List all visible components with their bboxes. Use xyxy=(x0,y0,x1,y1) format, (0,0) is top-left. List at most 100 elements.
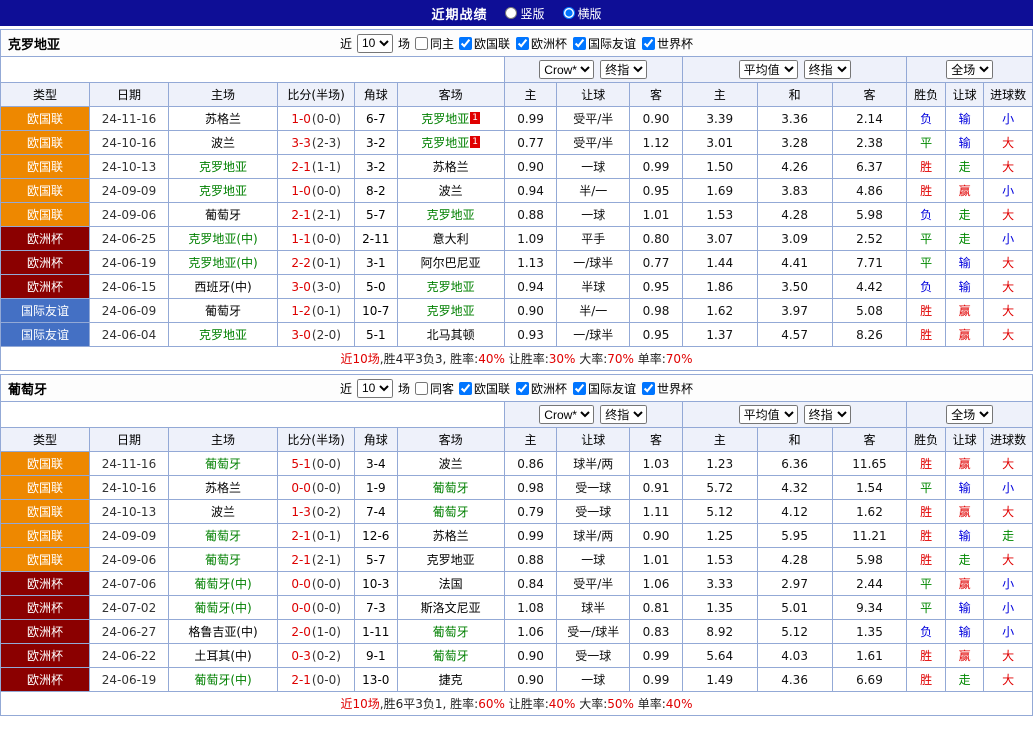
euro-home-odds: 1.86 xyxy=(681,274,758,299)
league-filter-checkbox[interactable]: 欧国联 xyxy=(458,380,510,397)
asian-away-odds: 0.99 xyxy=(629,667,683,692)
asian-away-odds: 0.91 xyxy=(629,475,683,500)
full-match-select[interactable]: 全场 xyxy=(946,60,994,79)
league-badge: 欧国联 xyxy=(0,178,91,203)
league-filter-input[interactable] xyxy=(458,36,472,50)
league-filter-checkbox[interactable]: 欧国联 xyxy=(458,35,510,52)
topbar: 近期战绩 竖版 横版 xyxy=(0,0,1033,26)
near-label: 近 xyxy=(339,36,352,51)
score-cell: 5-1(0-0) xyxy=(277,451,356,476)
match-date: 24-11-16 xyxy=(89,106,169,131)
score-cell: 1-2(0-1) xyxy=(277,298,356,323)
final-odds-select[interactable]: 终指 xyxy=(803,405,851,424)
corner-score: 3-4 xyxy=(354,451,398,476)
match-count-select[interactable]: 10 xyxy=(356,378,393,398)
home-team: 格鲁吉亚(中) xyxy=(167,619,279,644)
euro-away-odds: 11.65 xyxy=(831,451,908,476)
league-filter-input[interactable] xyxy=(573,381,587,395)
league-filter-checkbox[interactable]: 世界杯 xyxy=(642,35,693,52)
league-badge: 欧洲杯 xyxy=(0,595,91,620)
score-cell: 3-3(2-3) xyxy=(277,130,356,155)
layout-option-horizontal[interactable]: 横版 xyxy=(562,5,602,22)
league-filter-checkbox[interactable]: 欧洲杯 xyxy=(516,35,567,52)
euro-home-odds: 3.39 xyxy=(681,106,758,131)
final-odds-select[interactable]: 终指 xyxy=(600,405,648,424)
score-cell: 0-3(0-2) xyxy=(277,643,356,668)
match-date: 24-07-06 xyxy=(89,571,169,596)
match-row: 欧国联 24-09-09 葡萄牙 2-1(0-1) 12-6 苏格兰 0.99 球半/两 0.9… xyxy=(0,523,1033,548)
column-header: 类型 xyxy=(0,82,91,107)
score-cell: 3-0(3-0) xyxy=(277,274,356,299)
asian-home-odds: 0.94 xyxy=(503,274,558,299)
away-team: 葡萄牙 xyxy=(396,619,505,644)
red-card-badge: 1 xyxy=(470,136,481,148)
league-filter-checkbox[interactable]: 欧洲杯 xyxy=(516,380,567,397)
column-header: 比分(半场) xyxy=(277,427,356,452)
corner-score: 10-3 xyxy=(354,571,398,596)
euro-away-odds: 2.52 xyxy=(831,226,908,251)
same-venue-input[interactable] xyxy=(414,36,428,50)
away-team: 波兰 xyxy=(396,451,505,476)
euro-draw-odds: 3.28 xyxy=(756,130,833,155)
match-row: 国际友谊 24-06-09 葡萄牙 1-2(0-1) 10-7 克罗地亚 0.90 半/一 0.… xyxy=(0,298,1033,323)
league-filter-checkbox[interactable]: 世界杯 xyxy=(642,380,693,397)
summary-row: 近10场,胜6平3负1, 胜率:60% 让胜率:40% 大率:50% 单率:40… xyxy=(0,691,1033,716)
league-filter-label: 欧洲杯 xyxy=(531,381,568,396)
league-filter-checkbox[interactable]: 国际友谊 xyxy=(573,35,636,52)
column-header: 客 xyxy=(629,427,683,452)
match-count-select[interactable]: 10 xyxy=(356,33,393,53)
asian-away-odds: 1.01 xyxy=(629,202,683,227)
match-date: 24-06-15 xyxy=(89,274,169,299)
league-filter-input[interactable] xyxy=(516,381,529,395)
league-filter-input[interactable] xyxy=(516,36,529,50)
euro-home-odds: 1.25 xyxy=(681,523,758,548)
result-wdl: 胜 xyxy=(906,643,946,668)
corner-score: 12-6 xyxy=(354,523,398,548)
horizontal-layout-label: 横版 xyxy=(577,6,602,21)
score-cell: 2-1(1-1) xyxy=(277,154,356,179)
same-venue-checkbox[interactable]: 同主 xyxy=(414,35,454,52)
league-badge: 国际友谊 xyxy=(0,298,91,323)
league-filter-checkbox[interactable]: 国际友谊 xyxy=(573,380,636,397)
result-wdl: 平 xyxy=(906,595,946,620)
result-wdl: 胜 xyxy=(906,499,946,524)
away-team: 斯洛文尼亚 xyxy=(396,595,505,620)
bookmaker-select[interactable]: Crow* xyxy=(539,60,595,79)
match-row: 欧洲杯 24-06-15 西班牙(中) 3-0(3-0) 5-0 克罗地亚 0.94 半球 0.… xyxy=(0,274,1033,299)
same-venue-input[interactable] xyxy=(414,381,428,395)
vertical-layout-radio[interactable] xyxy=(505,7,518,19)
match-date: 24-10-13 xyxy=(89,154,169,179)
full-match-select[interactable]: 全场 xyxy=(946,405,994,424)
league-filter-input[interactable] xyxy=(458,381,472,395)
result-goals: 大 xyxy=(983,547,1033,572)
result-wdl: 负 xyxy=(906,619,946,644)
league-filter-input[interactable] xyxy=(642,36,656,50)
euro-home-odds: 1.53 xyxy=(681,202,758,227)
average-select[interactable]: 平均值 xyxy=(738,405,798,424)
league-filter-label: 欧国联 xyxy=(473,36,510,51)
league-badge: 欧洲杯 xyxy=(0,226,91,251)
asian-home-odds: 0.90 xyxy=(503,298,558,323)
result-wdl: 胜 xyxy=(906,667,946,692)
euro-home-odds: 1.62 xyxy=(681,298,758,323)
league-filter-input[interactable] xyxy=(642,381,656,395)
final-odds-select[interactable]: 终指 xyxy=(803,60,851,79)
same-venue-checkbox[interactable]: 同客 xyxy=(414,380,454,397)
result-goals: 小 xyxy=(983,178,1033,203)
horizontal-layout-radio[interactable] xyxy=(562,7,575,19)
league-filter-input[interactable] xyxy=(573,36,587,50)
bookmaker-select[interactable]: Crow* xyxy=(539,405,595,424)
matches-table: Crow* 终指 平均值 终指 全场 类型 日期 主场 比分(半场) 角球 客场主让球客主和客… xyxy=(0,56,1033,371)
average-select[interactable]: 平均值 xyxy=(738,60,798,79)
euro-draw-odds: 4.03 xyxy=(756,643,833,668)
column-header: 角球 xyxy=(354,427,398,452)
layout-option-vertical[interactable]: 竖版 xyxy=(505,5,545,22)
euro-home-odds: 5.64 xyxy=(681,643,758,668)
result-handicap: 走 xyxy=(944,154,985,179)
final-odds-select[interactable]: 终指 xyxy=(600,60,648,79)
league-badge: 欧洲杯 xyxy=(0,619,91,644)
away-team: 波兰 xyxy=(396,178,505,203)
euro-draw-odds: 4.32 xyxy=(756,475,833,500)
column-header: 客场 xyxy=(396,82,505,107)
asian-home-odds: 1.13 xyxy=(503,250,558,275)
